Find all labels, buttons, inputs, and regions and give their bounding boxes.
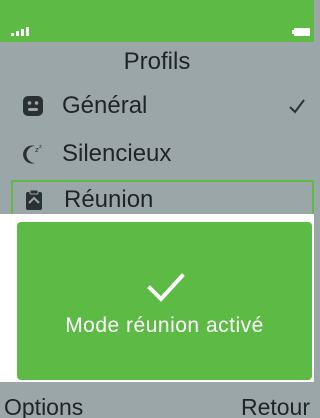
- options-softkey[interactable]: Options: [4, 394, 83, 418]
- softkey-bar: Options Retour: [0, 382, 314, 418]
- profile-item-silencieux[interactable]: z z Silencieux: [0, 132, 314, 176]
- confirmation-toast: Mode réunion activé: [17, 222, 312, 380]
- profile-item-general[interactable]: Général: [0, 84, 314, 128]
- svg-text:z: z: [39, 144, 42, 150]
- profile-item-label: Général: [62, 92, 148, 119]
- back-softkey[interactable]: Retour: [241, 394, 310, 418]
- checkmark-icon: [147, 273, 185, 302]
- page-title: Profils: [123, 48, 191, 75]
- profile-item-label: Silencieux: [62, 140, 172, 167]
- signal-bars-icon: [11, 27, 29, 36]
- toast-message: Mode réunion activé: [65, 314, 264, 337]
- status-bar: [0, 0, 314, 42]
- moon-sleep-icon: z z: [23, 144, 42, 164]
- checkmark-icon: [289, 99, 305, 114]
- smiley-icon: [23, 96, 43, 116]
- battery-icon: [292, 28, 310, 36]
- clipboard-icon: [26, 189, 42, 210]
